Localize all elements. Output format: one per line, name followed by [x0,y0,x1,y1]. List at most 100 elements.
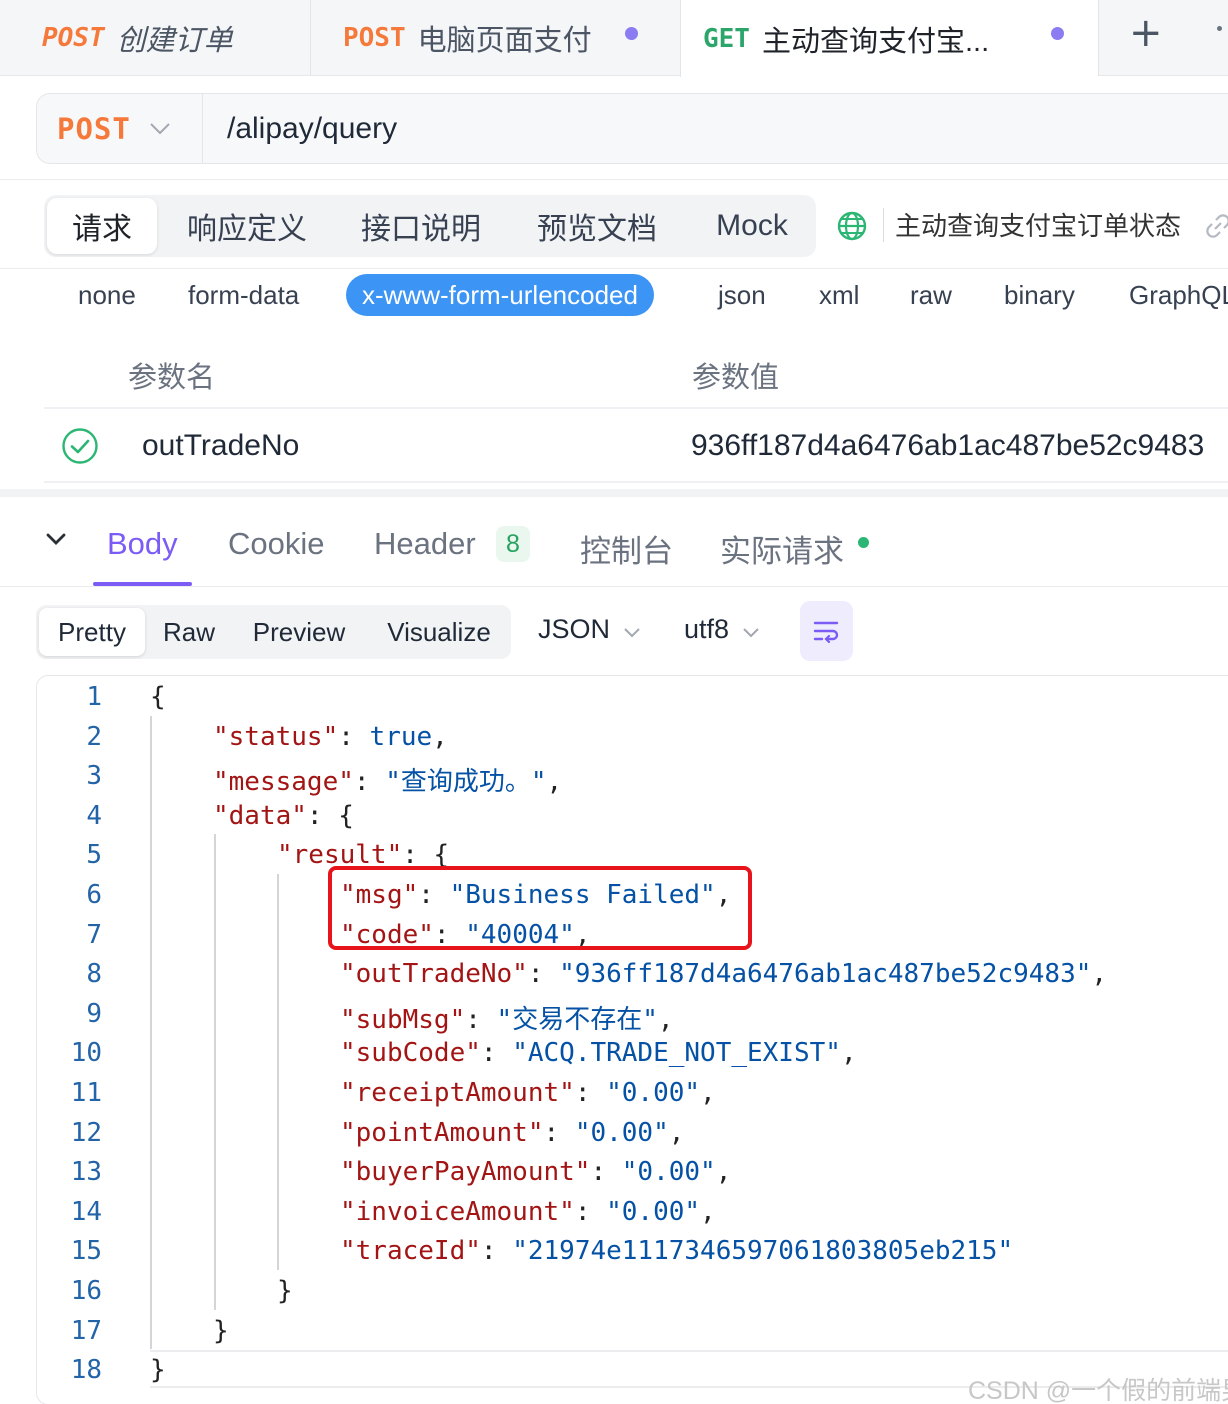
code-line: } [277,1276,293,1306]
divider [44,481,1228,483]
watermark: CSDN @一个假的前端男 [968,1377,1228,1404]
code-line: "data": { [213,801,354,831]
line-number: 7 [86,920,102,950]
tab-request[interactable]: 请求 [47,198,157,254]
unsaved-dot-icon [1051,27,1064,40]
code-line: } [213,1316,229,1346]
json-value: "交易不存在" [496,1005,658,1035]
json-value: "936ff187d4a6476ab1ac487be52c9483" [559,959,1092,989]
indent-guide [150,716,152,1349]
line-number: 2 [86,722,102,752]
tab-method: POST [343,23,406,53]
json-value: true [369,722,433,752]
line-number: 9 [86,999,102,1029]
tab-title: 电脑页面支付 [417,25,592,57]
chevron-down-icon[interactable] [44,527,68,551]
divider [0,179,1228,180]
code-line: "buyerPayAmount": "0.00", [340,1157,732,1187]
encoding-select[interactable]: utf8 [684,614,759,645]
encoding-value: utf8 [684,614,730,644]
link-icon[interactable] [1204,212,1228,240]
divider [0,268,1228,269]
json-value: "ACQ.TRADE_NOT_EXIST" [512,1038,841,1068]
format-preview[interactable]: Preview [241,605,357,659]
body-type-graphql[interactable]: GraphQL [1129,274,1228,316]
word-wrap-button[interactable] [800,601,853,661]
format-tabs: Pretty Raw Preview Visualize [36,605,511,659]
format-raw[interactable]: Raw [154,605,224,659]
line-number: 12 [70,1118,102,1148]
wrap-icon [813,621,838,643]
line-number: 18 [70,1355,102,1385]
more-icon[interactable] [1217,26,1222,31]
body-type-raw[interactable]: raw [910,274,952,316]
tab-create-order[interactable]: POST 创建订单 [0,0,310,76]
tab-mock[interactable]: Mock [698,195,806,257]
divider [883,208,884,242]
code-line: "invoiceAmount": "0.00", [340,1197,716,1227]
line-number: 17 [70,1316,102,1346]
language-select[interactable]: JSON [538,614,640,645]
param-name-header: 参数名 [128,362,216,394]
url-input[interactable] [227,106,1227,152]
code-line: "traceId": "21974e1117346597061803805eb2… [340,1236,1014,1266]
json-value: "0.00" [574,1118,669,1148]
tab-api-description[interactable]: 接口说明 [346,195,496,257]
tab-response-definition[interactable]: 响应定义 [172,195,322,257]
tab-body[interactable]: Body [107,526,178,562]
tab-title: 创建订单 [116,25,233,57]
line-number: 8 [86,959,102,989]
body-type-none[interactable]: none [78,274,136,316]
param-value[interactable]: 936ff187d4a6476ab1ac487be52c9483 [691,429,1204,463]
body-type-binary[interactable]: binary [1004,274,1075,316]
line-number: 11 [70,1078,102,1108]
tab-console[interactable]: 控制台 [580,526,673,571]
tab-query-alipay[interactable]: GET 主动查询支付宝... [680,0,1098,77]
line-number: 4 [86,801,102,831]
body-type-xml[interactable]: xml [819,274,859,316]
globe-icon[interactable] [836,210,868,242]
api-name[interactable]: 主动查询支付宝订单状态 [895,206,1181,243]
tab-bar: POST 创建订单 POST 电脑页面支付 GET 主动查询支付宝... + [0,0,1228,77]
line-number: 15 [70,1236,102,1266]
tab-method: POST [42,23,105,53]
code-line: "message": "查询成功。", [213,767,563,797]
line-number: 5 [86,840,102,870]
chevron-down-icon [743,622,759,642]
line-number: 10 [70,1038,102,1068]
tab-pc-pay[interactable]: POST 电脑页面支付 [310,0,680,76]
code-line: } [150,1355,166,1385]
tab-preview-doc[interactable]: 预览文档 [522,195,672,257]
header-count-badge: 8 [496,526,530,562]
chevron-down-icon [149,116,171,142]
body-type-form-data[interactable]: form-data [188,274,299,316]
new-tab-button[interactable]: + [1098,0,1228,76]
tab-actual-request[interactable]: 实际请求 [720,526,844,571]
indent-guide [277,874,279,1270]
code-line: "status": true, [213,722,448,752]
method-select[interactable]: POST [37,94,203,163]
code-line: "subMsg": "交易不存在", [340,1005,674,1035]
body-type-json[interactable]: json [718,274,766,316]
indent-guide [214,834,216,1310]
format-visualize[interactable]: Visualize [374,605,504,659]
json-value: "0.00" [621,1157,716,1187]
param-value-header: 参数值 [692,362,780,394]
line-number: 1 [86,682,102,712]
annotation-highlight-box [328,866,752,950]
line-number: 16 [70,1276,102,1306]
check-circle-icon[interactable] [61,427,99,465]
divider [0,586,1228,587]
tab-header[interactable]: Header [374,526,476,562]
format-pretty[interactable]: Pretty [39,608,145,656]
method-value: POST [57,111,131,146]
tab-cookie[interactable]: Cookie [228,526,325,562]
status-dot-icon [858,537,869,548]
request-tabs: 请求 响应定义 接口说明 预览文档 Mock [44,195,816,257]
plus-icon: + [1129,10,1163,56]
divider [44,407,1228,409]
param-name[interactable]: outTradeNo [142,429,299,463]
body-type-urlencoded[interactable]: x-www-form-urlencoded [346,274,654,316]
panel-divider[interactable] [0,489,1228,497]
line-number: 14 [70,1197,102,1227]
